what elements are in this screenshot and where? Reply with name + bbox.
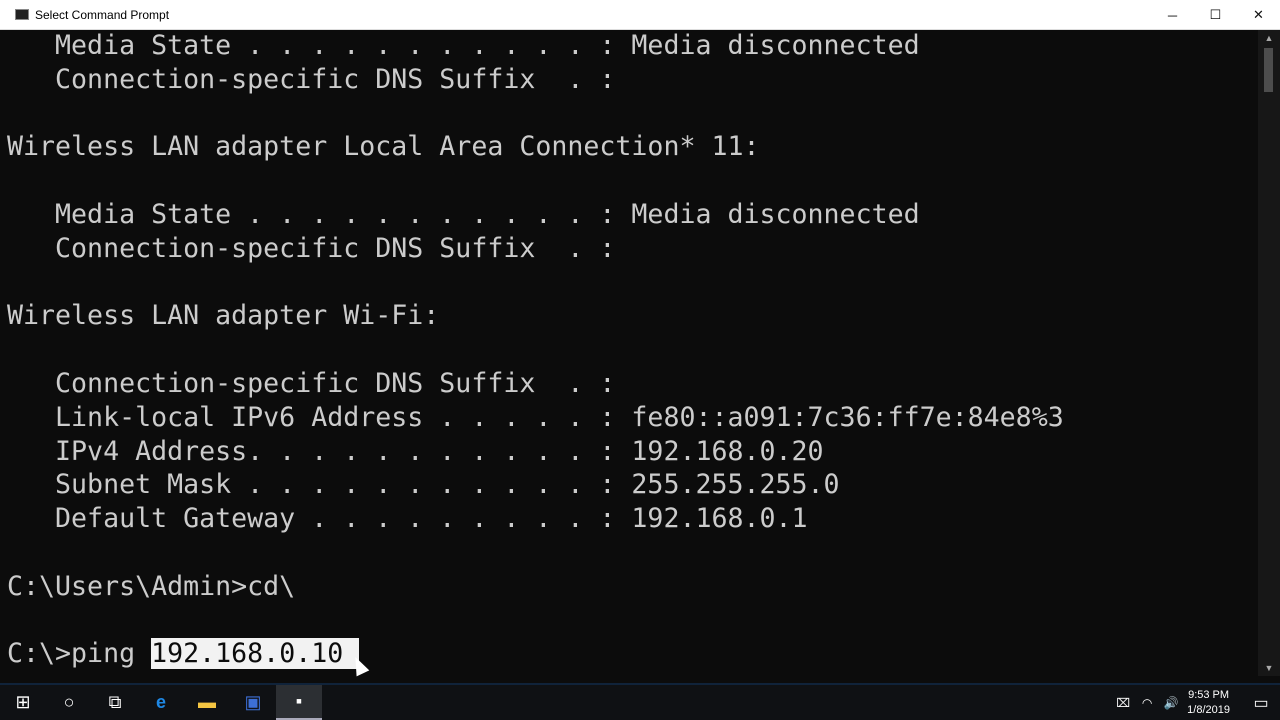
- time: 9:53 PM: [1188, 688, 1230, 701]
- console-line: Connection-specific DNS Suffix . :: [7, 232, 616, 264]
- console-line: Subnet Mask . . . . . . . . . . . : 255.…: [7, 469, 840, 501]
- cmd-icon: [15, 9, 29, 20]
- console-line: Media State . . . . . . . . . . . : Medi…: [7, 30, 920, 61]
- console-output[interactable]: Media State . . . . . . . . . . . : Medi…: [7, 29, 1257, 676]
- window-title: Select Command Prompt: [35, 7, 170, 22]
- scroll-up-icon[interactable]: ▲: [1258, 30, 1280, 46]
- vertical-scrollbar[interactable]: ▲ ▼: [1258, 30, 1280, 676]
- console-line: Media State . . . . . . . . . . . : Medi…: [7, 198, 920, 230]
- wifi-icon[interactable]: ◠: [1135, 696, 1159, 710]
- close-button[interactable]: ✕: [1237, 0, 1280, 30]
- edge-icon[interactable]: e: [138, 685, 184, 720]
- console-line: Default Gateway . . . . . . . . . : 192.…: [7, 503, 808, 535]
- taskbar: ⊞ ○ ⧉ e ▬ ▣ ▪ ⌧ ◠ 🔊 9:53 PM 1/8/2019 ▭: [0, 683, 1280, 720]
- command-prompt-taskbar-icon[interactable]: ▪: [276, 685, 322, 720]
- start-button[interactable]: ⊞: [0, 685, 46, 720]
- minimize-button[interactable]: ─: [1151, 0, 1194, 30]
- console-line: Wireless LAN adapter Wi-Fi:: [7, 300, 440, 332]
- prompt: C:\>ping: [7, 638, 152, 670]
- console-line: IPv4 Address. . . . . . . . . . . : 192.…: [7, 435, 824, 467]
- selected-text[interactable]: 192.168.0.10: [151, 638, 360, 670]
- console-line: Link-local IPv6 Address . . . . . : fe80…: [7, 401, 1064, 433]
- task-view-button[interactable]: ⧉: [92, 685, 138, 720]
- console-line: Connection-specific DNS Suffix . :: [7, 367, 616, 399]
- scroll-thumb[interactable]: [1264, 48, 1273, 92]
- title-bar[interactable]: Select Command Prompt ─ ☐ ✕: [0, 0, 1280, 30]
- search-button[interactable]: ○: [46, 685, 92, 720]
- maximize-button[interactable]: ☐: [1194, 0, 1237, 30]
- clock[interactable]: 9:53 PM 1/8/2019: [1187, 688, 1230, 718]
- volume-icon[interactable]: 🔊: [1159, 696, 1183, 710]
- console-line: Connection-specific DNS Suffix . :: [7, 63, 616, 95]
- network-status-icon[interactable]: ⌧: [1111, 696, 1135, 710]
- console-line: C:\Users\Admin>cd\: [7, 570, 296, 602]
- scroll-down-icon[interactable]: ▼: [1258, 660, 1280, 676]
- date: 1/8/2019: [1187, 703, 1230, 716]
- file-explorer-icon[interactable]: ▬: [184, 685, 230, 720]
- server-manager-icon[interactable]: ▣: [230, 685, 276, 720]
- console-line: Wireless LAN adapter Local Area Connecti…: [7, 131, 760, 163]
- notifications-icon[interactable]: ▭: [1242, 693, 1280, 713]
- ping-command-line: C:\>ping 192.168.0.10: [7, 637, 1257, 671]
